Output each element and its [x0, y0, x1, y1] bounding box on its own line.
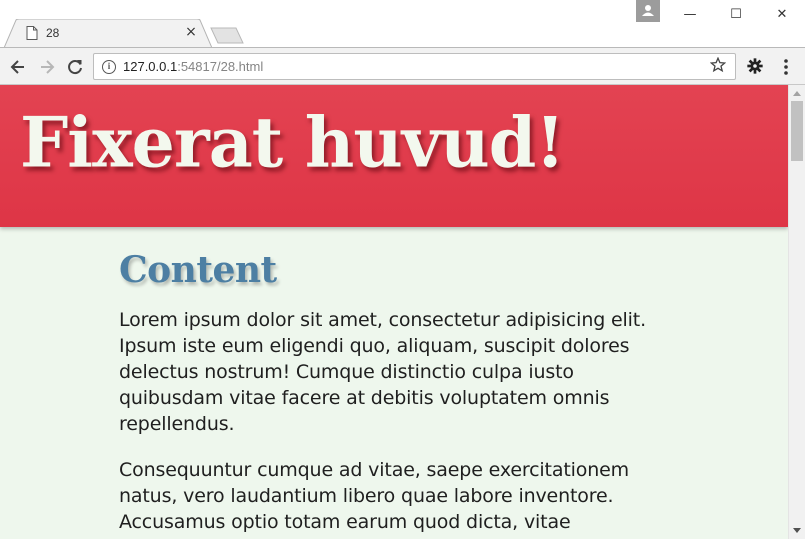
maximize-button[interactable]: ☐ — [713, 0, 759, 30]
tab-title: 28 — [46, 26, 60, 40]
minimize-button[interactable]: — — [667, 0, 713, 30]
browser-titlebar: 28 × — ☐ ✕ — [0, 0, 805, 48]
profile-icon[interactable] — [636, 0, 660, 22]
star-icon[interactable] — [709, 56, 727, 77]
paragraph: Consequuntur cumque ad vitae, saepe exer… — [119, 459, 630, 533]
gear-icon[interactable] — [745, 57, 765, 77]
tab-close-icon[interactable]: × — [184, 24, 198, 40]
info-icon[interactable]: i — [102, 60, 116, 74]
scroll-down-icon[interactable] — [793, 528, 801, 533]
page-icon — [26, 26, 38, 40]
new-tab-button[interactable] — [210, 27, 244, 44]
url-text[interactable]: 127.0.0.1:54817/28.html — [123, 59, 263, 74]
page-viewport: Fixerat huvud! Content Lorem ipsum dolor… — [0, 85, 788, 539]
arrow-right-icon[interactable] — [37, 57, 57, 77]
address-bar[interactable]: i 127.0.0.1:54817/28.html — [93, 53, 736, 80]
scrollbar-thumb[interactable] — [791, 101, 803, 161]
fixed-header: Fixerat huvud! — [0, 85, 788, 227]
browser-toolbar: i 127.0.0.1:54817/28.html — [0, 47, 805, 85]
scroll-up-icon[interactable] — [793, 91, 801, 96]
paragraph: Lorem ipsum dolor sit amet, consectetur … — [119, 309, 646, 435]
reload-icon[interactable] — [65, 57, 85, 77]
content-heading: Content — [119, 249, 277, 291]
page-title: Fixerat huvud! — [20, 102, 565, 184]
arrow-left-icon[interactable] — [8, 57, 28, 77]
content-section: Content Lorem ipsum dolor sit amet, cons… — [119, 247, 659, 539]
vertical-scrollbar[interactable] — [788, 85, 805, 539]
close-window-button[interactable]: ✕ — [759, 0, 805, 30]
kebab-menu-icon[interactable] — [779, 57, 793, 77]
